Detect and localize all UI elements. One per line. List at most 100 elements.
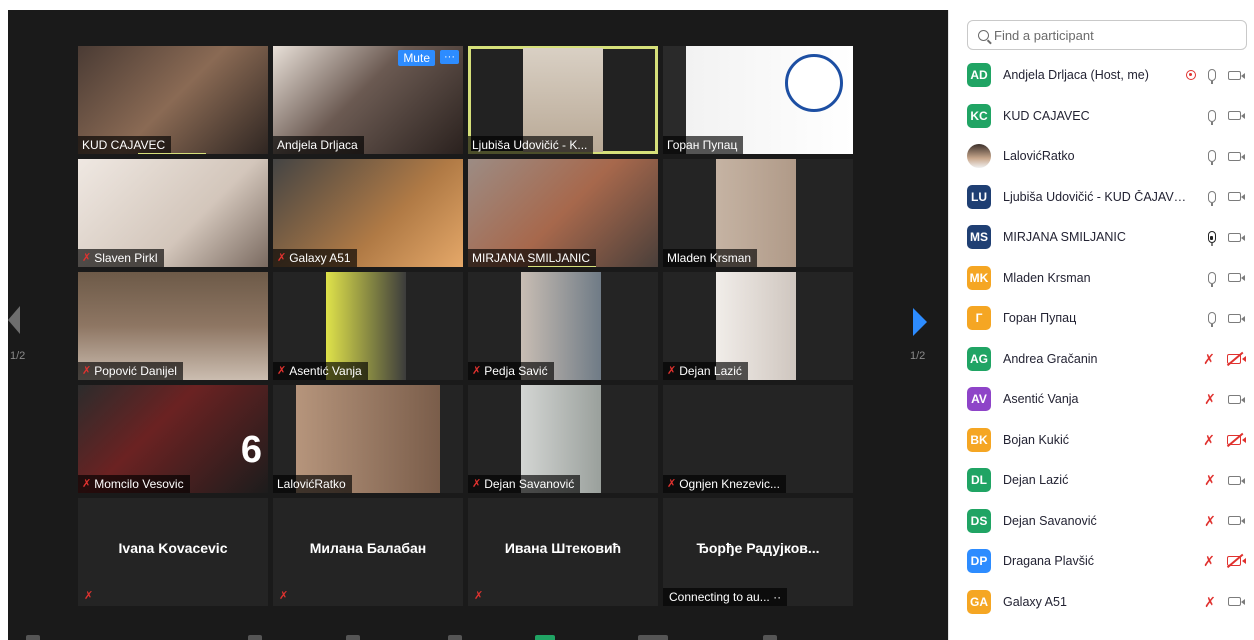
camera-icon[interactable] xyxy=(1228,232,1245,242)
mute-button[interactable]: Mute xyxy=(398,50,435,66)
participant-name: Милана Балабан xyxy=(309,540,427,556)
participant-row[interactable]: BK Bojan Kukić ✗ xyxy=(949,420,1254,461)
participant-name: Ивана Штековић xyxy=(504,540,622,556)
mic-speaking-icon[interactable] xyxy=(1208,231,1216,247)
participant-avatar: LU xyxy=(967,184,991,209)
mic-muted-icon: ✗ xyxy=(472,365,482,377)
mic-muted-icon: ✗ xyxy=(84,590,94,602)
mic-muted-icon[interactable]: ✗ xyxy=(1204,595,1216,609)
camera-off-icon[interactable] xyxy=(1227,353,1246,364)
mic-muted-icon: ✗ xyxy=(82,365,92,377)
participant-name: Momcilo Vesovic xyxy=(94,477,184,491)
camera-off-icon[interactable] xyxy=(1227,556,1246,567)
video-tile-active-speaker[interactable]: Ljubiša Udovičić - K... xyxy=(468,46,658,154)
participant-name: MIRJANA SMILJANIC xyxy=(1003,230,1126,245)
camera-icon[interactable] xyxy=(1228,151,1245,161)
participant-row[interactable]: AV Asentić Vanja ✗ xyxy=(949,379,1254,420)
prev-page-indicator: 1/2 xyxy=(10,350,26,362)
video-tile[interactable]: ✗ Dejan Savanović xyxy=(468,385,658,493)
video-tile[interactable]: ✗ Popović Danijel xyxy=(78,272,268,380)
chat-button-icon[interactable] xyxy=(535,635,555,640)
video-tile[interactable]: ✗ Pedja Savić xyxy=(468,272,658,380)
participant-row[interactable]: KC KUD CAJAVEC xyxy=(949,96,1254,137)
mic-muted-icon[interactable]: ✗ xyxy=(1204,514,1216,528)
video-button-icon[interactable] xyxy=(248,635,262,640)
participants-button-icon[interactable] xyxy=(448,635,462,640)
mic-muted-icon[interactable]: ✗ xyxy=(1203,554,1215,568)
video-tile[interactable]: Mladen Krsman xyxy=(663,159,853,267)
camera-icon[interactable] xyxy=(1228,475,1245,485)
participant-name: Mladen Krsman xyxy=(667,251,752,265)
camera-icon[interactable] xyxy=(1228,394,1245,404)
mic-icon[interactable] xyxy=(1208,150,1216,166)
mic-muted-icon: ✗ xyxy=(667,478,677,490)
participant-row[interactable]: DL Dejan Lazić ✗ xyxy=(949,460,1254,501)
camera-icon[interactable] xyxy=(1228,313,1245,323)
participant-nameplate: ✗ Dejan Lazić xyxy=(663,362,748,380)
recording-icon xyxy=(1186,70,1196,81)
camera-icon[interactable] xyxy=(1228,111,1245,121)
mic-icon[interactable] xyxy=(1208,109,1216,125)
camera-icon[interactable] xyxy=(1228,273,1245,283)
participant-nameplate: ✗ Asentić Vanja xyxy=(273,362,368,380)
mic-muted-icon[interactable]: ✗ xyxy=(1204,392,1216,406)
audio-button-icon[interactable] xyxy=(26,635,40,640)
participant-name: Mladen Krsman xyxy=(1003,270,1091,285)
mic-icon[interactable] xyxy=(1208,312,1216,328)
video-tile[interactable]: Ивана Штековић ✗ xyxy=(468,498,658,606)
camera-off-icon[interactable] xyxy=(1227,434,1246,445)
camera-icon[interactable] xyxy=(1228,70,1245,80)
participant-row[interactable]: MK Mladen Krsman xyxy=(949,258,1254,299)
participant-search[interactable] xyxy=(967,20,1247,50)
participant-status-icons: ✗ xyxy=(1203,554,1246,568)
participant-row[interactable]: AD Andjela Drljaca (Host, me) xyxy=(949,55,1254,96)
video-tile[interactable]: Милана Балабан ✗ xyxy=(273,498,463,606)
mic-muted-icon[interactable]: ✗ xyxy=(1203,433,1215,447)
video-tile[interactable]: ✗ Ognjen Knezevic... xyxy=(663,385,853,493)
camera-icon[interactable] xyxy=(1228,597,1245,607)
connecting-audio-status: Connecting to au... ·· xyxy=(663,588,788,606)
participant-name: Slaven Pirkl xyxy=(94,251,158,265)
video-tile[interactable]: KUD CAJAVEC xyxy=(78,46,268,154)
participant-row[interactable]: DS Dejan Savanović ✗ xyxy=(949,501,1254,542)
participant-row[interactable]: LU Ljubiša Udovičić - KUD ČAJAVE... xyxy=(949,177,1254,218)
security-button-icon[interactable] xyxy=(346,635,360,640)
video-tile[interactable]: ✗ Dejan Lazić xyxy=(663,272,853,380)
participant-status-icons xyxy=(1208,312,1245,328)
video-tile[interactable]: Ђорђе Радујков... Connecting to au... ·· xyxy=(663,498,853,606)
participant-row[interactable]: GA Galaxy A51 ✗ xyxy=(949,582,1254,623)
participant-row[interactable]: LalovićRatko xyxy=(949,136,1254,177)
camera-icon[interactable] xyxy=(1228,516,1245,526)
mic-muted-icon[interactable]: ✗ xyxy=(1203,352,1215,366)
participant-name: LalovićRatko xyxy=(277,477,346,491)
more-options-button[interactable]: ··· xyxy=(440,50,459,64)
video-tile[interactable]: ✗ Galaxy A51 xyxy=(273,159,463,267)
video-tile[interactable]: LalovićRatko xyxy=(273,385,463,493)
video-tile[interactable]: Ivana Kovacevic ✗ xyxy=(78,498,268,606)
mic-icon[interactable] xyxy=(1208,69,1216,85)
reactions-button-icon[interactable] xyxy=(763,635,777,640)
participant-row[interactable]: DP Dragana Plavšić ✗ xyxy=(949,541,1254,582)
share-screen-button-icon[interactable] xyxy=(638,635,668,640)
participant-row[interactable]: Г Горан Пупац xyxy=(949,298,1254,339)
video-tile[interactable]: Горан Пупац xyxy=(663,46,853,154)
next-page-arrow[interactable] xyxy=(913,308,927,336)
mic-muted-icon[interactable]: ✗ xyxy=(1204,473,1216,487)
video-tile[interactable]: Mute ··· Andjela Drljaca xyxy=(273,46,463,154)
video-tile[interactable]: ✗ Slaven Pirkl xyxy=(78,159,268,267)
video-tile[interactable]: 6 ✗ Momcilo Vesovic xyxy=(78,385,268,493)
participant-row[interactable]: MS MIRJANA SMILJANIC xyxy=(949,217,1254,258)
prev-page-arrow[interactable] xyxy=(8,306,20,334)
participant-avatar: KC xyxy=(967,103,991,128)
participant-search-input[interactable] xyxy=(994,27,1234,43)
camera-icon[interactable] xyxy=(1228,192,1245,202)
video-tile[interactable]: ✗ Asentić Vanja xyxy=(273,272,463,380)
mic-icon[interactable] xyxy=(1208,190,1216,206)
participant-status-icons xyxy=(1186,69,1245,85)
participant-name: KUD CAJAVEC xyxy=(1003,108,1090,123)
mic-icon[interactable] xyxy=(1208,271,1216,287)
participant-list-scrollbar[interactable] xyxy=(1248,50,1252,636)
participant-row[interactable]: AG Andrea Gračanin ✗ xyxy=(949,339,1254,380)
video-tile[interactable]: MIRJANA SMILJANIC xyxy=(468,159,658,267)
participant-nameplate: ✗ Galaxy A51 xyxy=(273,249,357,267)
